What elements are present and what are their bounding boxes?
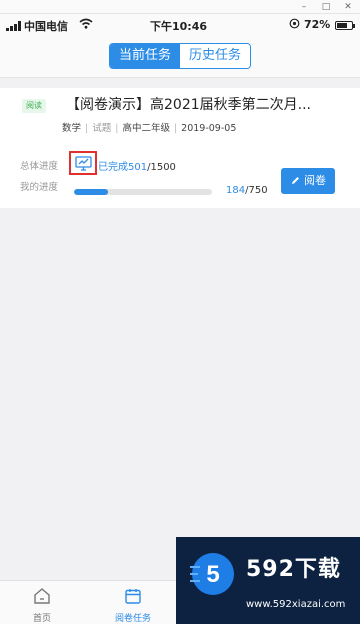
my-progress-fill	[74, 189, 108, 195]
home-icon	[34, 588, 50, 604]
close-button[interactable]: ✕	[340, 1, 356, 13]
bottom-tab-home[interactable]: 首页	[2, 581, 82, 624]
signal-icon	[6, 21, 22, 31]
task-date: 2019-09-05	[181, 123, 237, 134]
my-progress-done: 184	[226, 185, 246, 196]
overall-progress-label: 总体进度	[20, 161, 59, 172]
site-watermark: 5 592下载 www.592xiazai.com	[176, 537, 360, 624]
my-progress-total: /750	[245, 185, 268, 196]
watermark-logo-char: 5	[206, 561, 219, 588]
battery-icon	[335, 21, 355, 30]
my-progress-bar	[74, 189, 212, 195]
my-progress-label: 我的进度	[20, 182, 59, 193]
task-segmented-control: 当前任务 历史任务	[109, 43, 251, 69]
tab-current-tasks[interactable]: 当前任务	[110, 44, 180, 68]
overall-progress-prefix: 已完成	[98, 162, 128, 173]
battery-percent: 72%	[304, 18, 331, 31]
task-title[interactable]: 【阅卷演示】高2021届秋季第二次月...	[66, 94, 346, 114]
carrier-name: 中国电信	[24, 20, 68, 33]
progress-detail-icon[interactable]	[69, 151, 97, 175]
minimize-button[interactable]: –	[296, 1, 312, 13]
overall-progress-value: 已完成501/1500	[98, 158, 176, 173]
watermark-logo-icon: 5	[190, 553, 234, 595]
task-subject: 数学	[62, 123, 82, 134]
maximize-button[interactable]: □	[318, 1, 334, 13]
top-nav: 当前任务 历史任务	[0, 36, 360, 78]
watermark-url: www.592xiazai.com	[246, 599, 346, 610]
task-card[interactable]: 阅读 【阅卷演示】高2021届秋季第二次月... 数学 | 试题 | 高中二年级 | 201…	[0, 88, 360, 208]
bottom-tab-marking-tasks-label: 阅卷任务	[114, 614, 151, 624]
status-time: 下午10:46	[150, 20, 208, 33]
calendar-icon	[125, 589, 141, 604]
mark-papers-label: 阅卷	[304, 174, 326, 187]
bottom-tab-home-label: 首页	[32, 614, 51, 624]
overall-progress-done: 501	[128, 162, 148, 173]
bottom-tab-marking-tasks[interactable]: 阅卷任务	[93, 581, 173, 624]
wifi-icon	[79, 18, 93, 32]
task-type-badge: 阅读	[22, 99, 46, 113]
watermark-brand: 592下载	[246, 557, 341, 582]
my-progress-value: 184/750	[226, 185, 268, 196]
overall-progress-total: /1500	[147, 162, 176, 173]
status-bar: 中国电信 下午10:46 72%	[0, 14, 360, 36]
tab-history-tasks[interactable]: 历史任务	[180, 44, 250, 68]
task-meta: 数学 | 试题 | 高中二年级 | 2019-09-05	[62, 120, 236, 134]
task-grade: 高中二年级	[122, 123, 170, 134]
location-icon	[289, 18, 300, 32]
pencil-icon	[292, 177, 299, 184]
mark-papers-button[interactable]: 阅卷	[281, 168, 335, 194]
window-titlebar: – □ ✕	[0, 0, 360, 14]
task-type: 试题	[92, 123, 112, 134]
